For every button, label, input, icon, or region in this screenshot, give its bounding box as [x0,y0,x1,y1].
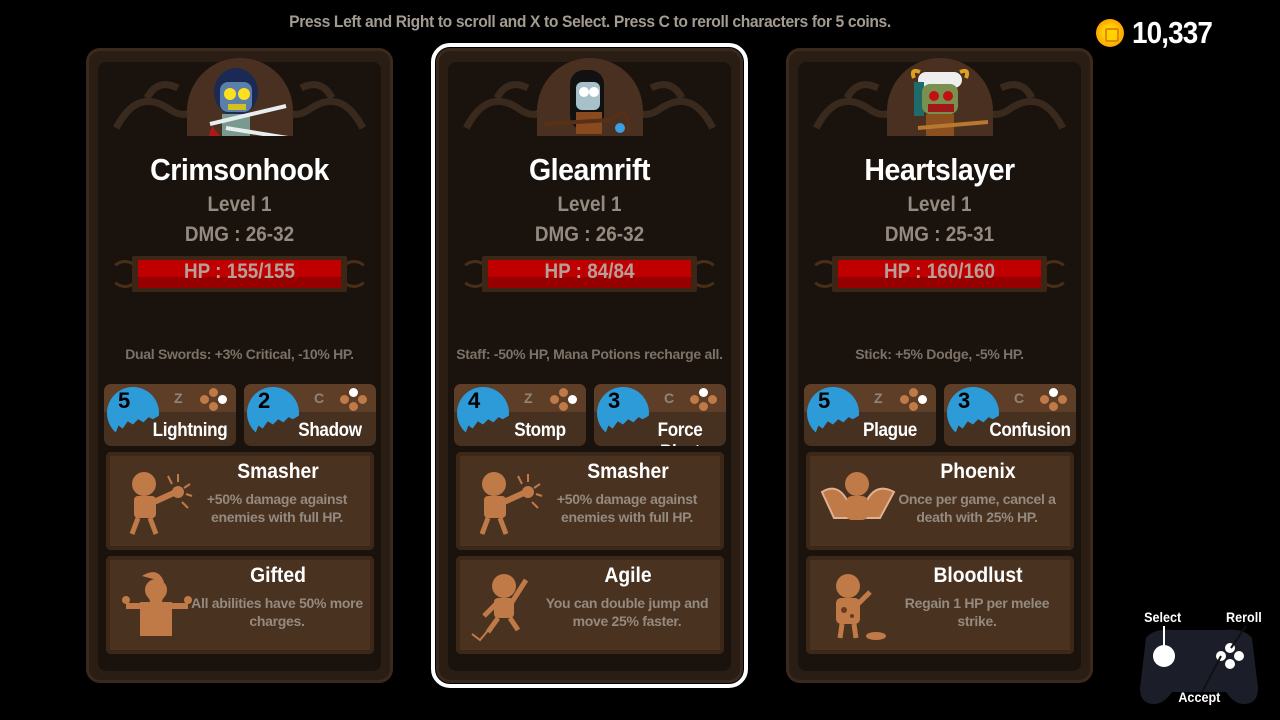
coin-counter: 10,337 [1096,15,1221,51]
phoenix-icon [818,462,896,540]
perk-title: Smasher [587,460,669,483]
ability-name: Shadow [298,420,362,441]
ability-slot: 5 Z Lightning [104,384,236,446]
coin-icon [1096,19,1124,47]
character-card[interactable]: Heartslayer Level 1 DMG : 25-31 HP : 160/16… [786,48,1093,683]
perk-description: +50% damage against enemies with full HP… [206,491,348,525]
weapon-description: Stick: +5% Dodge, -5% HP. [855,346,1024,362]
weapon-description: Dual Swords: +3% Critical, -10% HP. [125,346,354,362]
perk-title: Smasher [237,460,319,483]
select-label: Select [1144,609,1182,625]
perk-card: Smasher +50% damage against enemies with … [106,452,374,550]
gamepad-button-icon [550,388,578,412]
perk-card: Bloodlust Regain 1 HP per melee strike. [806,556,1074,654]
character-damage: DMG : 25-31 [884,223,995,246]
weapon-description: Staff: -50% HP, Mana Potions recharge al… [456,346,723,362]
character-card[interactable]: Crimsonhook Level 1 DMG : 26-32 HP : 155/15… [86,48,393,683]
ability-slot: 3 C Force Blast [594,384,726,446]
perk-title: Bloodlust [933,564,1023,587]
ability-key: Z [524,390,533,406]
ability-charges: 3 [608,388,621,413]
smasher-icon [118,462,196,540]
mage-staff-portrait [540,62,640,136]
gamepad-button-icon [200,388,228,412]
ability-charges: 2 [258,388,271,413]
agile-icon [468,566,546,644]
perk-card: Phoenix Once per game, cancel a death wit… [806,452,1074,550]
portrait-frame [186,58,293,136]
instructions-text: Press Left and Right to scroll and X to … [289,12,891,31]
character-card[interactable]: Gleamrift Level 1 DMG : 26-32 HP : 84/84 Sta… [431,43,748,688]
gamepad-button-icon [1040,388,1068,412]
perk-title: Gifted [250,564,306,587]
accept-label: Accept [1178,689,1221,705]
character-level: Level 1 [207,193,272,216]
ability-slot: 5 Z Plague [804,384,936,446]
gamepad-button-icon [340,388,368,412]
ability-key: Z [174,390,183,406]
perk-description: Regain 1 HP per melee strike. [904,595,1050,629]
ability-key: C [664,390,675,406]
hp-bar-frame: HP : 160/160 [832,256,1047,292]
perk-description: All abilities have 50% more charges. [191,595,363,629]
character-level: Level 1 [557,193,622,216]
hp-text: HP : 155/155 [183,260,296,283]
perk-description: Once per game, cancel a death with 25% H… [898,491,1056,525]
portrait-frame [886,58,993,136]
ability-key: Z [874,390,883,406]
gamepad-button-icon [900,388,928,412]
character-damage: DMG : 26-32 [534,223,645,246]
gamepad-button-icon [690,388,718,412]
ability-charges: 5 [818,388,831,413]
coin-count: 10,337 [1132,15,1213,50]
character-name: Crimsonhook [150,152,329,187]
character-name: Gleamrift [528,152,651,187]
perk-card: Gifted All abilities have 50% more charge… [106,556,374,654]
hp-bar-frame: HP : 155/155 [132,256,347,292]
portrait-frame [536,58,643,136]
horned-zombie-portrait [890,62,990,136]
ability-key: C [314,390,325,406]
bloodlust-icon [818,566,896,644]
perk-title: Phoenix [940,460,1016,483]
ability-name: Force Blast [657,420,703,446]
ability-slot: 4 Z Stomp [454,384,586,446]
hp-text: HP : 84/84 [544,260,635,283]
ability-charges: 4 [468,388,481,413]
perk-title: Agile [604,564,652,587]
ability-slot: 3 C Confusion [944,384,1076,446]
ability-slot: 2 C Shadow [244,384,376,446]
character-name: Heartslayer [864,152,1015,187]
controller-legend: Select Reroll Accept [1134,608,1264,716]
ability-key: C [1014,390,1025,406]
gifted-icon [118,566,196,644]
perk-card: Agile You can double jump and move 25% fa… [456,556,724,654]
smasher-icon [468,462,546,540]
perk-description: +50% damage against enemies with full HP… [556,491,698,525]
zombie-swordsman-portrait [190,62,290,136]
perk-description: You can double jump and move 25% faster. [545,595,709,629]
ability-name: Confusion [989,420,1071,441]
ability-charges: 3 [958,388,971,413]
perk-card: Smasher +50% damage against enemies with … [456,452,724,550]
ability-name: Plague [863,420,917,441]
hp-text: HP : 160/160 [883,260,996,283]
ability-name: Stomp [514,420,566,441]
hp-bar-frame: HP : 84/84 [482,256,697,292]
ability-charges: 5 [118,388,131,413]
reroll-label: Reroll [1225,609,1262,625]
character-level: Level 1 [907,193,972,216]
ability-name: Lightning [152,420,228,441]
character-damage: DMG : 26-32 [184,223,295,246]
